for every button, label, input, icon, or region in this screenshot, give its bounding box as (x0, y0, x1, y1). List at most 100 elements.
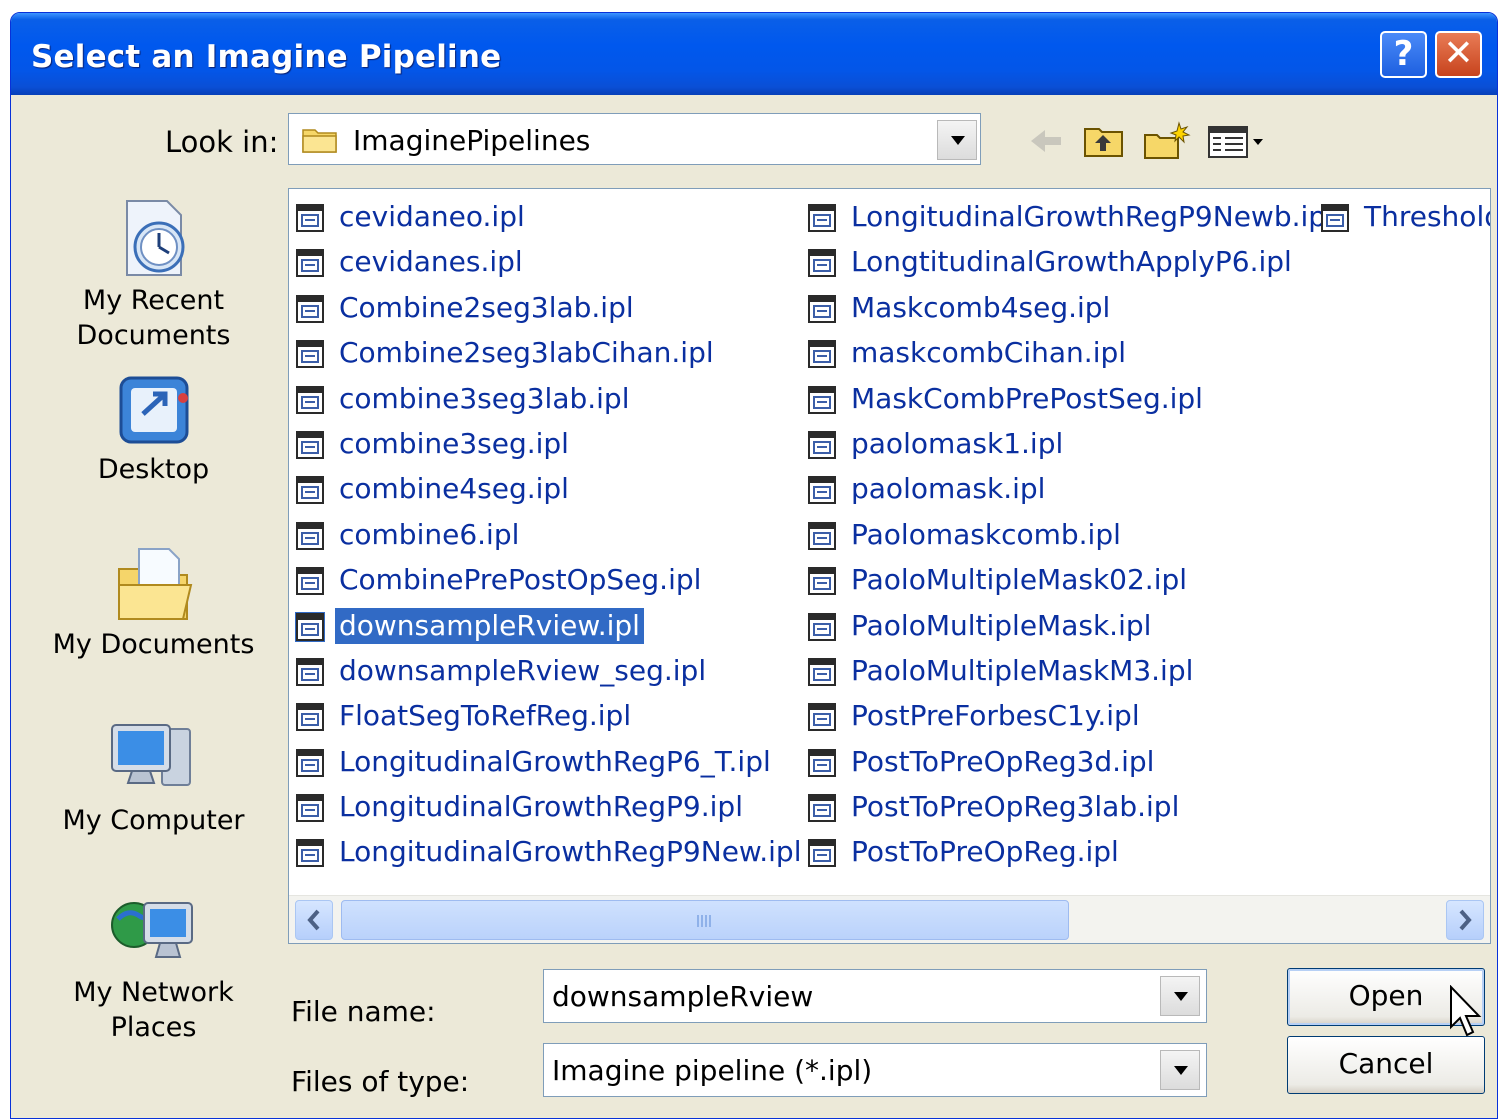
file-name-text: combine3seg3lab.ipl (339, 381, 630, 415)
file-name-input[interactable]: downsampleRview (543, 969, 1207, 1023)
places-my-network-places[interactable]: My Network Places (51, 889, 256, 1045)
look-in-label: Look in: (165, 125, 279, 159)
title-bar[interactable]: Select an Imagine Pipeline ? ✕ (11, 13, 1497, 95)
pipeline-file-icon (807, 475, 837, 505)
places-my-documents[interactable]: My Documents (51, 541, 256, 662)
pipeline-file-icon (807, 793, 837, 823)
file-name-text: Threshold (1364, 200, 1491, 233)
file-name-text: Combine2seg3labCihan.ipl (339, 336, 714, 370)
back-arrow-icon[interactable] (1023, 121, 1069, 161)
pipeline-file-icon (295, 203, 325, 233)
files-of-type-dropdown[interactable]: Imagine pipeline (*.ipl) (543, 1043, 1207, 1097)
help-button[interactable]: ? (1380, 31, 1427, 78)
place-label: My Computer (62, 805, 245, 836)
file-name-text: cevidanes.ipl (339, 245, 523, 279)
chevron-right-icon (1459, 909, 1472, 931)
pipeline-file-icon (807, 612, 837, 642)
pipeline-file-icon (807, 657, 837, 687)
new-folder-icon[interactable] (1141, 121, 1193, 161)
file-name-text: PaoloMultipleMask02.ipl (851, 563, 1188, 597)
file-list[interactable]: cevidaneo.ipl cevidanes.ipl Combine2seg3la… (288, 188, 1491, 944)
folder-icon (302, 129, 337, 153)
pipeline-file-icon (295, 475, 325, 505)
pipeline-file-icon (295, 702, 325, 732)
file-name-text: MaskCombPrePostSeg.ipl (851, 381, 1203, 415)
files-of-type-value: Imagine pipeline (*.ipl) (552, 1054, 873, 1087)
scroll-left-button[interactable] (295, 900, 333, 940)
places-desktop[interactable]: Desktop (51, 368, 256, 487)
places-my-recent-documents[interactable]: My Recent Documents (51, 193, 256, 353)
desktop-icon (119, 376, 188, 444)
place-label: Desktop (97, 454, 210, 485)
pipeline-file-icon (295, 657, 325, 687)
pipeline-file-icon (295, 521, 325, 551)
pipeline-file-icon (807, 203, 837, 233)
pipeline-file-icon (295, 748, 325, 778)
file-name-text: paolomask1.ipl (851, 426, 1064, 460)
pipeline-file-icon (295, 294, 325, 324)
close-button[interactable]: ✕ (1435, 31, 1482, 78)
pipeline-file-icon (807, 566, 837, 596)
file-name-text: downsampleRview_seg.ipl (339, 653, 707, 687)
chevron-down-icon[interactable] (937, 120, 977, 160)
file-name-text: paolomask.ipl (851, 472, 1046, 506)
pipeline-file-icon (807, 248, 837, 278)
files-of-type-label: Files of type: (291, 1065, 470, 1098)
file-name-text: PaoloMultipleMask.ipl (851, 608, 1152, 642)
look-in-value: ImaginePipelines (353, 124, 591, 157)
pipeline-file-icon (807, 748, 837, 778)
scrollbar-thumb[interactable] (341, 900, 1069, 940)
file-name-text: CombinePrePostOpSeg.ipl (339, 563, 702, 597)
pipeline-file-icon (295, 793, 325, 823)
file-name-value: downsampleRview (552, 980, 814, 1013)
pipeline-file-icon (807, 294, 837, 324)
file-name-text: LongtitudinalGrowthApplyP6.ipl (851, 245, 1292, 279)
file-name-text: LongitudinalGrowthRegP9New.ipl (339, 835, 802, 869)
file-name-text: combine4seg.ipl (339, 472, 569, 506)
pipeline-file-icon (807, 838, 837, 868)
file-name-text: Paolomaskcomb.ipl (851, 517, 1121, 551)
places-my-computer[interactable]: My Computer (51, 717, 256, 838)
views-menu-icon[interactable] (1205, 121, 1267, 161)
pipeline-file-icon (295, 339, 325, 369)
my-computer-icon (110, 724, 191, 786)
place-label: My Network Places (73, 977, 234, 1043)
file-name-text: Maskcomb4seg.ipl (851, 290, 1111, 324)
file-name-text: PostPreForbesC1y.ipl (851, 699, 1140, 733)
pipeline-file-icon (295, 838, 325, 868)
recent-documents-icon (125, 200, 184, 276)
file-open-dialog: Select an Imagine Pipeline ? ✕ Look in: … (10, 12, 1498, 1119)
file-name-label: File name: (291, 995, 436, 1028)
file-name-text: FloatSegToRefReg.ipl (339, 699, 632, 733)
pipeline-file-icon (295, 385, 325, 415)
horizontal-scrollbar[interactable] (289, 895, 1490, 943)
chevron-left-icon (307, 909, 320, 931)
pipeline-file-icon (295, 611, 325, 642)
scroll-right-button[interactable] (1446, 900, 1484, 940)
file-name-text: downsampleRview.ipl (335, 607, 644, 644)
file-name-text: combine3seg.ipl (339, 426, 569, 460)
pipeline-file-icon (807, 339, 837, 369)
cancel-button[interactable]: Cancel (1287, 1036, 1485, 1094)
chevron-down-icon[interactable] (1160, 976, 1200, 1016)
pipeline-file-icon (295, 248, 325, 278)
place-label: My Recent Documents (76, 285, 231, 351)
my-documents-icon (117, 548, 192, 620)
file-name-text: LongitudinalGrowthRegP6_T.ipl (339, 744, 771, 778)
file-name-text: LongitudinalGrowthRegP9.ipl (339, 790, 743, 824)
dialog-title: Select an Imagine Pipeline (31, 39, 502, 75)
pipeline-file-icon (807, 521, 837, 551)
up-folder-icon[interactable] (1081, 121, 1127, 161)
pipeline-file-icon (807, 430, 837, 460)
pipeline-file-icon (1320, 203, 1350, 233)
file-name-text: LongitudinalGrowthRegP9Newb.ipl (851, 200, 1334, 233)
place-label: My Documents (52, 629, 255, 660)
my-network-places-icon (110, 902, 193, 958)
look-in-dropdown[interactable]: ImaginePipelines (288, 113, 981, 165)
pipeline-file-icon (295, 566, 325, 596)
file-name-text: maskcombCihan.ipl (851, 336, 1127, 370)
file-name-text: Combine2seg3lab.ipl (339, 290, 634, 324)
file-name-text: cevidaneo.ipl (339, 200, 525, 233)
mouse-cursor-icon (1450, 985, 1482, 1037)
chevron-down-icon[interactable] (1160, 1050, 1200, 1090)
